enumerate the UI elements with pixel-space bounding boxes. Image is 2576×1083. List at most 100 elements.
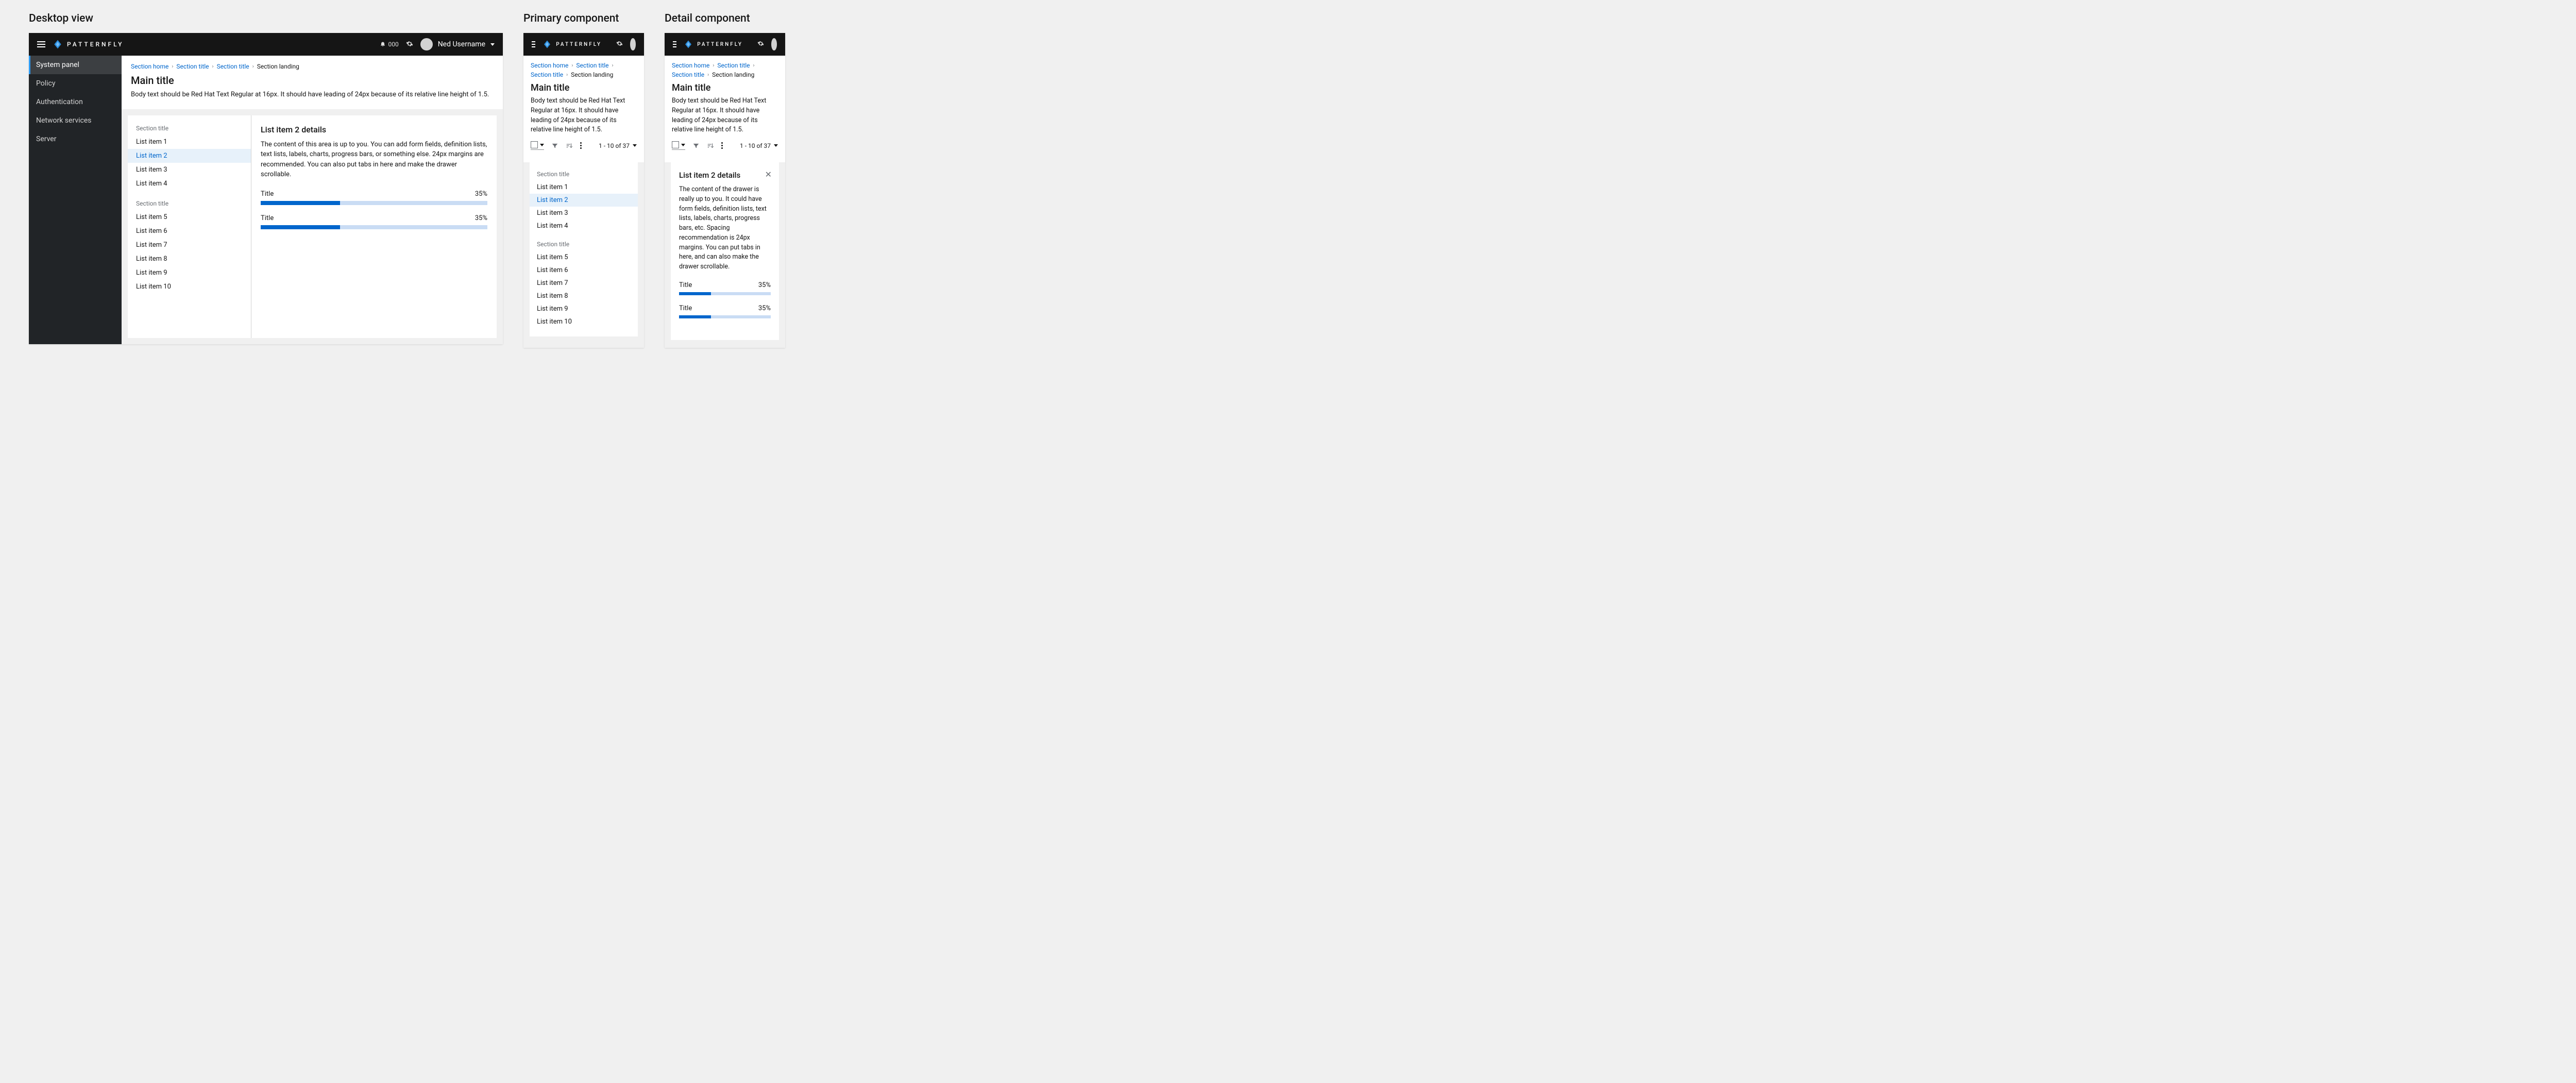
gear-icon [616,40,623,48]
detail-text: The content of the drawer is really up t… [679,185,771,272]
list-item[interactable]: List item 9 [530,302,638,315]
gear-icon [406,40,413,49]
detail-drawer: ✕ List item 2 details The content of the… [671,162,779,340]
close-icon: ✕ [765,170,772,179]
settings-button[interactable] [757,40,764,48]
list-item[interactable]: List item 3 [530,207,638,219]
breadcrumb-link[interactable]: Section home [131,63,168,70]
sidenav-item-network-services[interactable]: Network services [29,111,122,130]
page-title: Main title [531,82,637,93]
list-item[interactable]: List item 7 [128,238,251,252]
list-item[interactable]: List item 6 [128,224,251,238]
list-section-title: Section title [128,198,251,210]
filter-button[interactable] [551,142,558,149]
list-item[interactable]: List item 2 [530,194,638,207]
progress-block: Title 35% [261,214,487,229]
detail-title: List item 2 details [261,125,487,134]
sidenav-item-policy[interactable]: Policy [29,74,122,93]
list-item[interactable]: List item 8 [530,290,638,302]
sidenav-item-server[interactable]: Server [29,130,122,148]
filter-button[interactable] [692,142,700,149]
list-item[interactable]: List item 3 [128,163,251,177]
list-item[interactable]: List item 6 [530,264,638,277]
sort-button[interactable] [566,142,573,149]
breadcrumb: Section home› Section title› Section tit… [672,62,778,78]
brand-text: PATTERNFLY [556,42,602,47]
settings-button[interactable] [616,40,623,48]
progress-fill [679,292,711,295]
detail-text: The content of this area is up to you. Y… [261,140,487,180]
list-item[interactable]: List item 8 [128,252,251,266]
progress-bar [261,201,487,205]
progress-label: Title [261,214,274,222]
sort-button[interactable] [707,142,714,149]
list-item[interactable]: List item 4 [530,219,638,232]
brand-logo-icon [53,39,63,49]
list-item[interactable]: List item 1 [128,135,251,149]
chevron-down-icon [490,43,495,46]
breadcrumb-link[interactable]: Section home [531,62,568,69]
user-menu[interactable]: Ned Username [420,38,495,50]
kebab-menu[interactable] [580,142,582,149]
avatar-icon[interactable] [771,38,777,50]
breadcrumb-link[interactable]: Section title [672,71,704,78]
hamburger-icon[interactable] [673,41,676,47]
page-body: Body text should be Red Hat Text Regular… [131,90,494,100]
progress-block: Title 35% [261,190,487,205]
progress-bar [679,292,771,295]
breadcrumb: Section home› Section title› Section tit… [531,62,637,78]
list-item[interactable]: List item 7 [530,277,638,290]
kebab-menu[interactable] [721,142,723,149]
gear-icon [757,40,764,48]
list-item[interactable]: List item 9 [128,266,251,280]
hamburger-icon[interactable] [37,41,45,47]
chevron-down-icon [774,144,778,147]
breadcrumb-link[interactable]: Section title [531,71,563,78]
progress-label: Title [679,304,692,312]
chevron-right-icon: › [566,72,568,78]
notifications-count: 000 [388,41,398,48]
breadcrumb-link[interactable]: Section title [717,62,750,69]
hamburger-icon[interactable] [532,41,535,47]
sidenav-item-system-panel[interactable]: System panel [29,56,122,74]
avatar-icon[interactable] [630,38,636,50]
breadcrumb-link[interactable]: Section home [672,62,709,69]
list-item[interactable]: List item 10 [128,280,251,294]
detail-frame: PATTERNFLY Section home› Section title› … [665,33,785,348]
brand-logo-icon [543,40,552,49]
detail-title: List item 2 details [679,171,771,180]
pagination[interactable]: 1 - 10 of 37 [740,142,778,149]
avatar-icon [420,38,433,50]
settings-button[interactable] [406,40,413,49]
notifications-button[interactable]: 000 [380,41,398,48]
list-item[interactable]: List item 4 [128,177,251,191]
progress-fill [261,225,340,229]
close-button[interactable]: ✕ [765,170,772,179]
chevron-right-icon: › [713,63,714,69]
list-section-title: Section title [128,123,251,135]
breadcrumb-link[interactable]: Section title [217,63,249,70]
sidenav: System panel Policy Authentication Netwo… [29,56,122,344]
progress-fill [261,201,340,205]
page-header: Section home› Section title› Section tit… [122,56,503,109]
checkbox-icon [672,141,679,148]
list-item[interactable]: List item 10 [530,315,638,328]
progress-label: Title [679,281,692,289]
progress-bar [679,315,771,318]
pagination[interactable]: 1 - 10 of 37 [599,142,637,149]
bulk-select[interactable] [531,141,544,150]
progress-value: 35% [758,281,771,289]
bulk-select[interactable] [672,141,685,150]
list-item[interactable]: List item 5 [128,210,251,224]
username: Ned Username [438,40,485,48]
progress-fill [679,315,711,318]
breadcrumb-link[interactable]: Section title [576,62,608,69]
page-header: Section home› Section title› Section tit… [665,56,785,141]
page-body: Body text should be Red Hat Text Regular… [672,96,778,135]
progress-value: 35% [475,190,487,198]
breadcrumb-link[interactable]: Section title [176,63,209,70]
list-item[interactable]: List item 2 [128,149,251,163]
list-item[interactable]: List item 1 [530,181,638,194]
sidenav-item-authentication[interactable]: Authentication [29,93,122,111]
list-item[interactable]: List item 5 [530,251,638,264]
